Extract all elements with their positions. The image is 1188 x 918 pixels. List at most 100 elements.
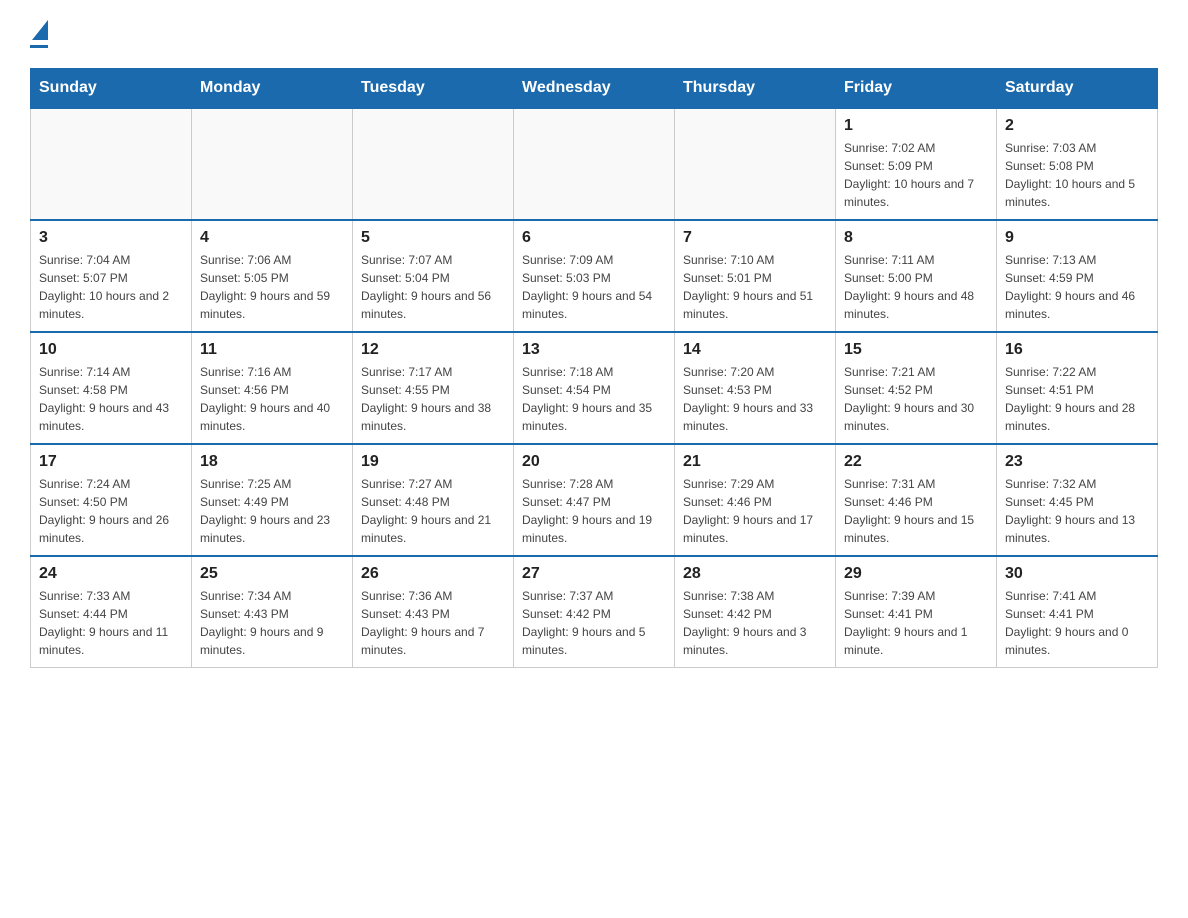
day-cell: 13 Sunrise: 7:18 AMSunset: 4:54 PMDayligh… <box>514 332 675 444</box>
day-info: Sunrise: 7:07 AMSunset: 5:04 PMDaylight:… <box>361 251 505 323</box>
day-cell: 22 Sunrise: 7:31 AMSunset: 4:46 PMDayligh… <box>836 444 997 556</box>
day-info: Sunrise: 7:13 AMSunset: 4:59 PMDaylight:… <box>1005 251 1149 323</box>
day-header-tuesday: Tuesday <box>353 69 514 109</box>
day-cell: 15 Sunrise: 7:21 AMSunset: 4:52 PMDayligh… <box>836 332 997 444</box>
page-header <box>30 20 1158 48</box>
day-cell <box>192 108 353 220</box>
day-number: 18 <box>200 453 344 471</box>
day-number: 5 <box>361 229 505 247</box>
calendar-header: SundayMondayTuesdayWednesdayThursdayFrid… <box>31 69 1158 109</box>
day-number: 11 <box>200 341 344 359</box>
day-number: 19 <box>361 453 505 471</box>
day-number: 3 <box>39 229 183 247</box>
day-cell: 18 Sunrise: 7:25 AMSunset: 4:49 PMDayligh… <box>192 444 353 556</box>
week-row-4: 17 Sunrise: 7:24 AMSunset: 4:50 PMDayligh… <box>31 444 1158 556</box>
day-info: Sunrise: 7:41 AMSunset: 4:41 PMDaylight:… <box>1005 587 1149 659</box>
day-cell: 23 Sunrise: 7:32 AMSunset: 4:45 PMDayligh… <box>997 444 1158 556</box>
day-info: Sunrise: 7:36 AMSunset: 4:43 PMDaylight:… <box>361 587 505 659</box>
day-info: Sunrise: 7:24 AMSunset: 4:50 PMDaylight:… <box>39 475 183 547</box>
day-cell: 2Sunrise: 7:03 AMSunset: 5:08 PMDaylight… <box>997 108 1158 220</box>
day-cell <box>353 108 514 220</box>
day-info: Sunrise: 7:38 AMSunset: 4:42 PMDaylight:… <box>683 587 827 659</box>
day-info: Sunrise: 7:10 AMSunset: 5:01 PMDaylight:… <box>683 251 827 323</box>
day-number: 16 <box>1005 341 1149 359</box>
day-number: 13 <box>522 341 666 359</box>
day-cell: 24 Sunrise: 7:33 AMSunset: 4:44 PMDayligh… <box>31 556 192 668</box>
day-cell: 12Sunrise: 7:17 AMSunset: 4:55 PMDayligh… <box>353 332 514 444</box>
day-info: Sunrise: 7:21 AMSunset: 4:52 PMDaylight:… <box>844 363 988 435</box>
day-cell: 9 Sunrise: 7:13 AMSunset: 4:59 PMDaylight… <box>997 220 1158 332</box>
day-number: 25 <box>200 565 344 583</box>
day-info: Sunrise: 7:33 AMSunset: 4:44 PMDaylight:… <box>39 587 183 659</box>
day-number: 10 <box>39 341 183 359</box>
day-number: 17 <box>39 453 183 471</box>
day-cell: 4 Sunrise: 7:06 AMSunset: 5:05 PMDaylight… <box>192 220 353 332</box>
day-cell: 14 Sunrise: 7:20 AMSunset: 4:53 PMDayligh… <box>675 332 836 444</box>
day-header-wednesday: Wednesday <box>514 69 675 109</box>
day-number: 1 <box>844 117 988 135</box>
calendar-table: SundayMondayTuesdayWednesdayThursdayFrid… <box>30 68 1158 668</box>
day-header-friday: Friday <box>836 69 997 109</box>
day-cell: 8Sunrise: 7:11 AMSunset: 5:00 PMDaylight… <box>836 220 997 332</box>
week-row-5: 24 Sunrise: 7:33 AMSunset: 4:44 PMDayligh… <box>31 556 1158 668</box>
day-number: 21 <box>683 453 827 471</box>
day-number: 4 <box>200 229 344 247</box>
week-row-2: 3 Sunrise: 7:04 AMSunset: 5:07 PMDaylight… <box>31 220 1158 332</box>
day-cell: 29Sunrise: 7:39 AMSunset: 4:41 PMDayligh… <box>836 556 997 668</box>
day-number: 30 <box>1005 565 1149 583</box>
day-number: 26 <box>361 565 505 583</box>
day-info: Sunrise: 7:18 AMSunset: 4:54 PMDaylight:… <box>522 363 666 435</box>
day-cell <box>31 108 192 220</box>
day-number: 9 <box>1005 229 1149 247</box>
day-info: Sunrise: 7:04 AMSunset: 5:07 PMDaylight:… <box>39 251 183 323</box>
day-info: Sunrise: 7:31 AMSunset: 4:46 PMDaylight:… <box>844 475 988 547</box>
day-info: Sunrise: 7:34 AMSunset: 4:43 PMDaylight:… <box>200 587 344 659</box>
day-cell <box>675 108 836 220</box>
day-number: 29 <box>844 565 988 583</box>
day-info: Sunrise: 7:27 AMSunset: 4:48 PMDaylight:… <box>361 475 505 547</box>
day-number: 14 <box>683 341 827 359</box>
day-cell: 6Sunrise: 7:09 AMSunset: 5:03 PMDaylight… <box>514 220 675 332</box>
logo-underline <box>30 45 48 48</box>
day-cell <box>514 108 675 220</box>
day-cell: 11 Sunrise: 7:16 AMSunset: 4:56 PMDayligh… <box>192 332 353 444</box>
day-number: 15 <box>844 341 988 359</box>
calendar-body: 1 Sunrise: 7:02 AMSunset: 5:09 PMDaylight… <box>31 108 1158 668</box>
day-info: Sunrise: 7:17 AMSunset: 4:55 PMDaylight:… <box>361 363 505 435</box>
day-cell: 16Sunrise: 7:22 AMSunset: 4:51 PMDayligh… <box>997 332 1158 444</box>
day-number: 23 <box>1005 453 1149 471</box>
day-cell: 27Sunrise: 7:37 AMSunset: 4:42 PMDayligh… <box>514 556 675 668</box>
day-cell: 30 Sunrise: 7:41 AMSunset: 4:41 PMDayligh… <box>997 556 1158 668</box>
day-cell: 28 Sunrise: 7:38 AMSunset: 4:42 PMDayligh… <box>675 556 836 668</box>
day-cell: 5 Sunrise: 7:07 AMSunset: 5:04 PMDaylight… <box>353 220 514 332</box>
day-info: Sunrise: 7:28 AMSunset: 4:47 PMDaylight:… <box>522 475 666 547</box>
day-info: Sunrise: 7:20 AMSunset: 4:53 PMDaylight:… <box>683 363 827 435</box>
day-info: Sunrise: 7:25 AMSunset: 4:49 PMDaylight:… <box>200 475 344 547</box>
day-cell: 17 Sunrise: 7:24 AMSunset: 4:50 PMDayligh… <box>31 444 192 556</box>
day-number: 27 <box>522 565 666 583</box>
day-cell: 21Sunrise: 7:29 AMSunset: 4:46 PMDayligh… <box>675 444 836 556</box>
day-number: 7 <box>683 229 827 247</box>
day-number: 20 <box>522 453 666 471</box>
day-info: Sunrise: 7:16 AMSunset: 4:56 PMDaylight:… <box>200 363 344 435</box>
day-info: Sunrise: 7:02 AMSunset: 5:09 PMDaylight:… <box>844 139 988 211</box>
logo <box>30 20 48 48</box>
day-cell: 1 Sunrise: 7:02 AMSunset: 5:09 PMDaylight… <box>836 108 997 220</box>
week-row-3: 10 Sunrise: 7:14 AMSunset: 4:58 PMDayligh… <box>31 332 1158 444</box>
day-cell: 20 Sunrise: 7:28 AMSunset: 4:47 PMDayligh… <box>514 444 675 556</box>
days-of-week-row: SundayMondayTuesdayWednesdayThursdayFrid… <box>31 69 1158 109</box>
day-cell: 7 Sunrise: 7:10 AMSunset: 5:01 PMDaylight… <box>675 220 836 332</box>
day-cell: 19 Sunrise: 7:27 AMSunset: 4:48 PMDayligh… <box>353 444 514 556</box>
day-cell: 25 Sunrise: 7:34 AMSunset: 4:43 PMDayligh… <box>192 556 353 668</box>
day-info: Sunrise: 7:06 AMSunset: 5:05 PMDaylight:… <box>200 251 344 323</box>
day-number: 2 <box>1005 117 1149 135</box>
day-number: 8 <box>844 229 988 247</box>
day-header-saturday: Saturday <box>997 69 1158 109</box>
day-number: 28 <box>683 565 827 583</box>
day-header-sunday: Sunday <box>31 69 192 109</box>
day-number: 22 <box>844 453 988 471</box>
day-info: Sunrise: 7:14 AMSunset: 4:58 PMDaylight:… <box>39 363 183 435</box>
day-info: Sunrise: 7:32 AMSunset: 4:45 PMDaylight:… <box>1005 475 1149 547</box>
week-row-1: 1 Sunrise: 7:02 AMSunset: 5:09 PMDaylight… <box>31 108 1158 220</box>
day-number: 24 <box>39 565 183 583</box>
